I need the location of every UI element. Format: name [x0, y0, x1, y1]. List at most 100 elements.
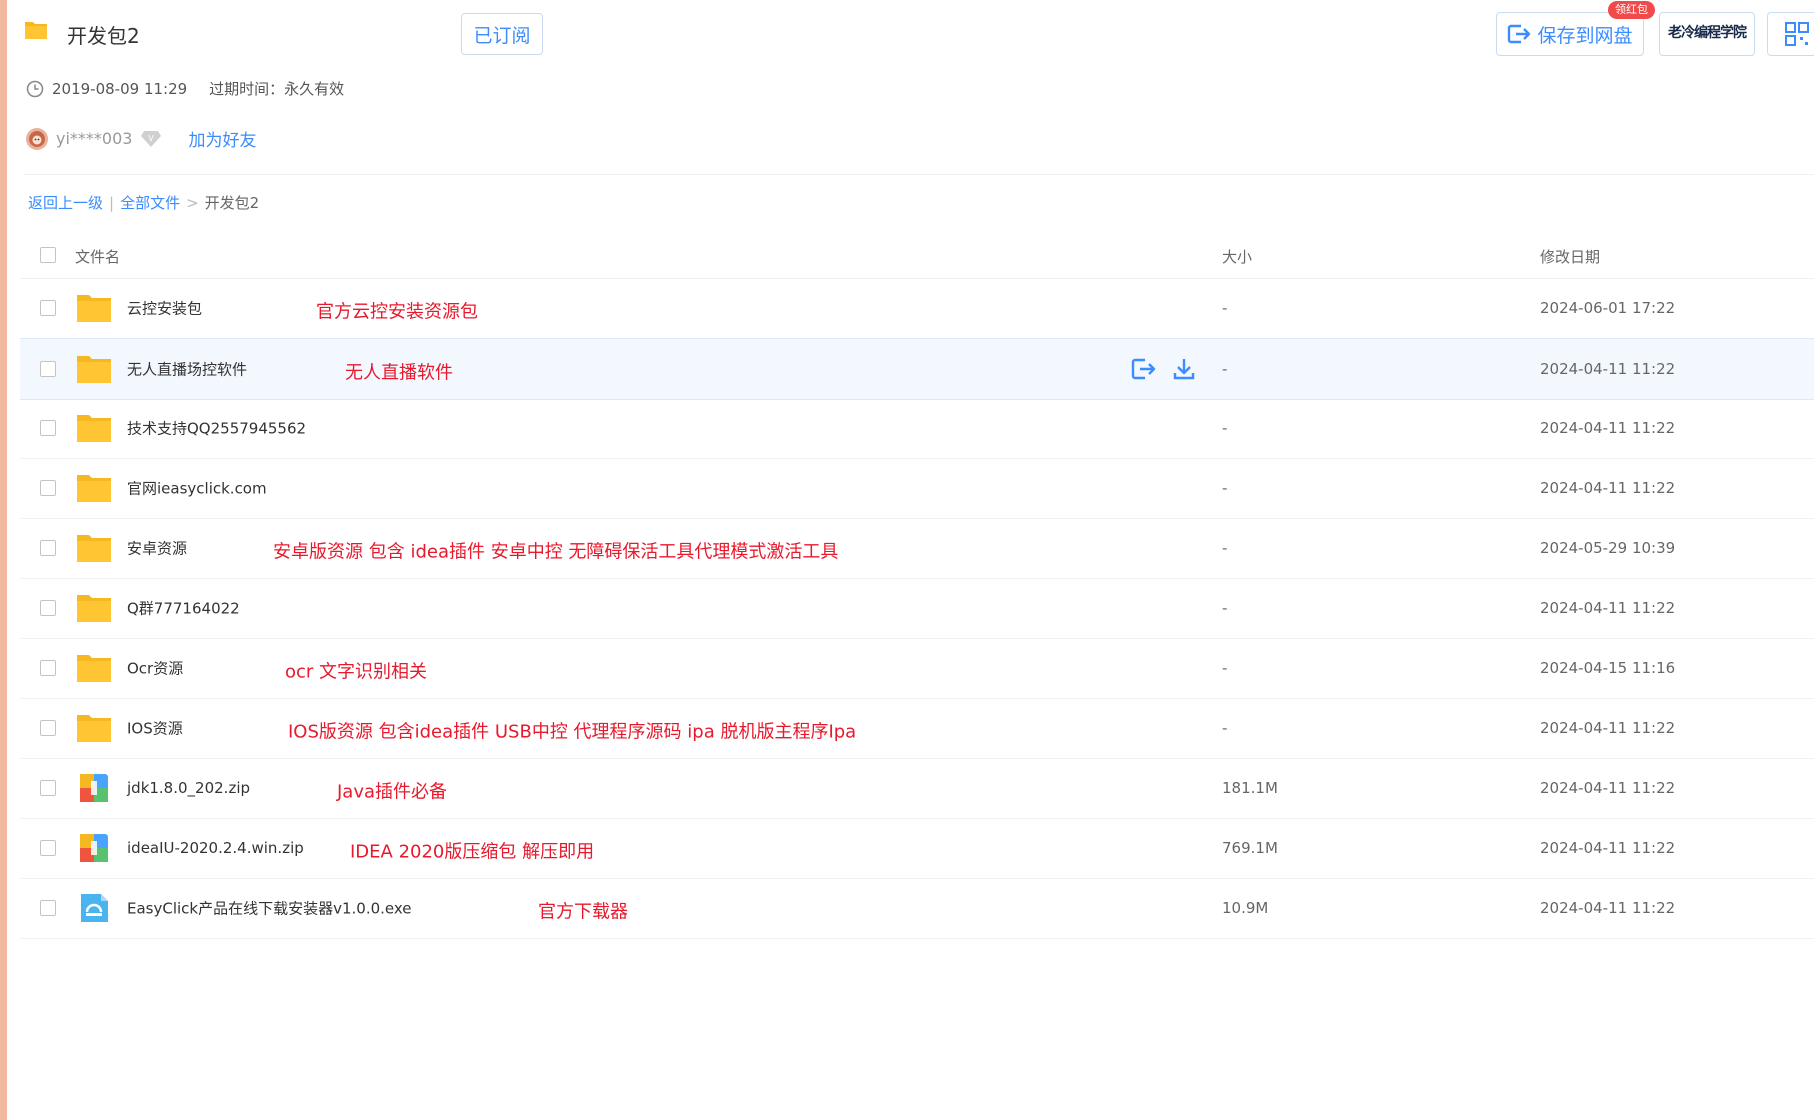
file-size: - — [1222, 360, 1228, 378]
avatar-icon — [29, 130, 45, 147]
file-date: 2024-04-11 11:22 — [1540, 899, 1676, 917]
annotation-note: 官方云控安装资源包 — [316, 301, 478, 323]
breadcrumb-all-files-link[interactable]: 全部文件 — [120, 192, 180, 213]
save-button-label: 保存到网盘 — [1537, 24, 1633, 47]
file-name[interactable]: IOS资源 — [127, 718, 183, 739]
file-date: 2024-04-11 11:22 — [1540, 479, 1676, 497]
file-size: - — [1222, 719, 1228, 737]
zip-archive-icon — [80, 774, 108, 802]
breadcrumb-current: 开发包2 — [204, 194, 260, 212]
file-date: 2024-04-15 11:16 — [1540, 659, 1676, 677]
file-date: 2024-04-11 11:22 — [1540, 779, 1676, 797]
save-icon — [1508, 24, 1531, 44]
row-checkbox[interactable] — [40, 361, 56, 377]
row-checkbox[interactable] — [40, 540, 56, 556]
file-name[interactable]: Ocr资源 — [127, 658, 183, 679]
file-name[interactable]: 云控安装包 — [127, 298, 202, 319]
table-row[interactable]: 官网ieasyclick.com - 2024-04-11 11:22 — [20, 458, 1814, 519]
red-packet-badge[interactable]: 领红包 — [1608, 1, 1655, 19]
annotation-note: IOS版资源 包含idea插件 USB中控 代理程序源码 ipa 脱机版主程序I… — [288, 721, 857, 743]
table-row[interactable]: ideaIU-2020.2.4.win.zip IDEA 2020版压缩包 解压即… — [20, 818, 1814, 879]
annotation-note: 安卓版资源 包含 idea插件 安卓中控 无障碍保活工具代理模式激活工具 — [273, 541, 839, 563]
file-size: 10.9M — [1222, 899, 1269, 917]
table-row[interactable]: 技术支持QQ2557945562 - 2024-04-11 11:22 — [20, 398, 1814, 459]
file-size: - — [1222, 539, 1228, 557]
file-date: 2024-06-01 17:22 — [1540, 299, 1676, 317]
file-name[interactable]: Q群777164022 — [127, 598, 240, 619]
file-size: - — [1222, 659, 1228, 677]
expiry-text: 过期时间：永久有效 — [209, 80, 345, 98]
svg-text:V: V — [149, 134, 155, 143]
row-checkbox[interactable] — [40, 600, 56, 616]
file-name[interactable]: 技术支持QQ2557945562 — [127, 418, 306, 439]
folder-icon — [77, 715, 111, 742]
page-title: 开发包2 — [67, 24, 140, 48]
table-row[interactable]: 无人直播场控软件 无人直播软件 - 2024-04-11 11:22 — [20, 338, 1814, 400]
column-header-name[interactable]: 文件名 — [75, 246, 120, 267]
avatar[interactable] — [26, 127, 48, 150]
file-name[interactable]: ideaIU-2020.2.4.win.zip — [127, 839, 304, 857]
row-checkbox[interactable] — [40, 780, 56, 796]
file-name[interactable]: jdk1.8.0_202.zip — [127, 779, 250, 797]
file-date: 2024-04-11 11:22 — [1540, 419, 1676, 437]
row-actions — [1130, 357, 1196, 381]
file-date: 2024-04-11 11:22 — [1540, 360, 1676, 378]
annotation-note: 无人直播软件 — [345, 362, 453, 384]
qr-icon — [1785, 22, 1809, 46]
row-checkbox[interactable] — [40, 300, 56, 316]
breadcrumb: 返回上一级 | 全部文件 > 开发包2 — [28, 192, 259, 213]
table-row[interactable]: Ocr资源 ocr 文字识别相关 - 2024-04-15 11:16 — [20, 638, 1814, 699]
select-all-checkbox[interactable] — [40, 247, 56, 263]
folder-icon — [77, 356, 111, 383]
row-checkbox[interactable] — [40, 840, 56, 856]
folder-icon — [77, 415, 111, 442]
watermark-logo: 老冷编程学院 — [1668, 25, 1747, 41]
more-button[interactable] — [1767, 12, 1814, 56]
share-date: 2019-08-09 11:29 — [52, 79, 188, 98]
breadcrumb-back-link[interactable]: 返回上一级 — [28, 192, 103, 213]
column-header-date[interactable]: 修改日期 — [1540, 246, 1600, 267]
row-checkbox[interactable] — [40, 660, 56, 676]
file-size: - — [1222, 479, 1228, 497]
breadcrumb-separator: | — [109, 193, 115, 212]
zip-archive-icon — [80, 834, 108, 862]
add-friend-link[interactable]: 加为好友 — [188, 126, 256, 151]
row-checkbox[interactable] — [40, 480, 56, 496]
folder-icon — [77, 655, 111, 682]
folder-icon — [77, 295, 111, 322]
file-size: - — [1222, 299, 1228, 317]
annotation-note: 官方下载器 — [538, 901, 628, 923]
annotation-note: ocr 文字识别相关 — [285, 661, 428, 683]
file-date: 2024-04-11 11:22 — [1540, 719, 1676, 737]
file-name[interactable]: 官网ieasyclick.com — [127, 478, 267, 499]
download-icon[interactable] — [1172, 357, 1196, 381]
annotation-note: Java插件必备 — [337, 781, 448, 803]
divider — [24, 174, 1814, 175]
save-icon[interactable] — [1130, 357, 1156, 381]
sharer-name: yi****003 — [56, 129, 133, 148]
row-checkbox[interactable] — [40, 900, 56, 916]
installer-exe-icon — [81, 894, 108, 922]
table-row[interactable]: 安卓资源 安卓版资源 包含 idea插件 安卓中控 无障碍保活工具代理模式激活工具… — [20, 518, 1814, 579]
folder-icon — [25, 22, 47, 39]
file-name[interactable]: EasyClick产品在线下载安装器v1.0.0.exe — [127, 898, 412, 919]
table-row[interactable]: 云控安装包 官方云控安装资源包 - 2024-06-01 17:22 — [20, 278, 1814, 339]
file-name[interactable]: 安卓资源 — [127, 538, 187, 559]
left-accent-bar — [0, 0, 7, 1120]
table-row[interactable]: Q群777164022 - 2024-04-11 11:22 — [20, 578, 1814, 639]
table-row[interactable]: EasyClick产品在线下载安装器v1.0.0.exe 官方下载器 10.9M 20… — [20, 878, 1814, 939]
share-meta: 2019-08-09 11:29 过期时间：永久有效 — [26, 78, 344, 99]
file-date: 2024-05-29 10:39 — [1540, 539, 1676, 557]
column-header-size[interactable]: 大小 — [1222, 246, 1252, 267]
file-size: 181.1M — [1222, 779, 1278, 797]
table-row[interactable]: jdk1.8.0_202.zip Java插件必备 181.1M 2024-04-11… — [20, 758, 1814, 819]
subscribed-button[interactable]: 已订阅 — [461, 13, 543, 55]
row-checkbox[interactable] — [40, 420, 56, 436]
row-checkbox[interactable] — [40, 720, 56, 736]
file-table-header: 文件名 大小 修改日期 — [20, 236, 1814, 279]
sharer-info: yi****003 V 加为好友 — [26, 126, 256, 151]
file-size: - — [1222, 599, 1228, 617]
file-name[interactable]: 无人直播场控软件 — [127, 359, 247, 380]
vip-diamond-icon: V — [141, 130, 162, 147]
table-row[interactable]: IOS资源 IOS版资源 包含idea插件 USB中控 代理程序源码 ipa 脱机… — [20, 698, 1814, 759]
